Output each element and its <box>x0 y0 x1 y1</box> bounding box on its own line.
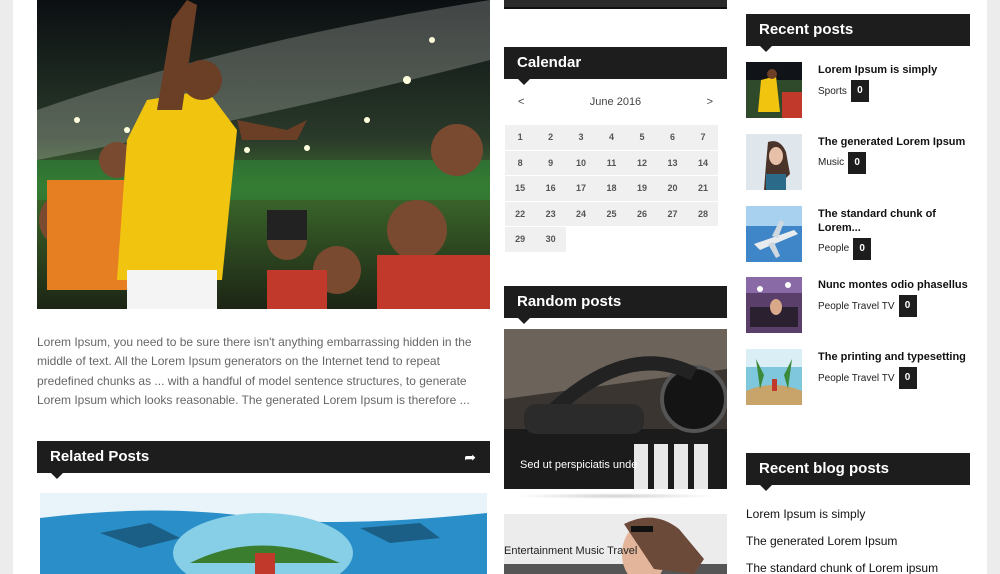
recent-post-item[interactable]: The standard chunk of Lorem... People 0 <box>746 205 976 278</box>
recent-post-thumbnail[interactable] <box>746 133 802 190</box>
recent-blog-posts-list: Lorem Ipsum is simply The generated Lore… <box>746 505 976 574</box>
calendar-day[interactable]: 28 <box>687 201 719 227</box>
recent-post-thumbnail[interactable] <box>746 205 802 262</box>
blog-post-link[interactable]: The generated Lorem Ipsum <box>746 532 976 559</box>
calendar-title: Calendar <box>517 54 582 71</box>
random-post-2-category[interactable]: Entertainment Music Travel <box>504 545 637 557</box>
recent-post-title[interactable]: The printing and typesetting <box>818 350 974 364</box>
calendar-day[interactable]: 5 <box>626 125 658 150</box>
recent-post-category[interactable]: People Travel TV <box>818 373 895 384</box>
recent-post-item[interactable]: Nunc montes odio phasellus People Travel… <box>746 277 976 349</box>
calendar-day[interactable]: 7 <box>687 125 719 150</box>
recent-post-thumbnail[interactable] <box>746 349 802 406</box>
recent-post-meta: Sports 0 <box>818 80 869 102</box>
recent-post-category[interactable]: People <box>818 243 849 254</box>
blog-post-link[interactable]: Lorem Ipsum is simply <box>746 505 976 532</box>
calendar-day[interactable]: 15 <box>505 176 536 201</box>
comment-count-badge: 0 <box>853 237 872 260</box>
mid-post-image-bottom-edge[interactable] <box>504 0 727 9</box>
recent-post-meta: People 0 <box>818 237 872 260</box>
calendar-next-button[interactable]: > <box>707 96 713 108</box>
recent-post-thumbnail[interactable] <box>746 62 802 118</box>
calendar-day[interactable]: 6 <box>657 125 688 150</box>
calendar-day[interactable]: 9 <box>535 150 566 176</box>
calendar-day[interactable]: 17 <box>565 176 597 201</box>
calendar-day[interactable]: 3 <box>565 125 597 150</box>
random-posts-header: Random posts <box>504 286 727 324</box>
page: Lorem Ipsum, you need to be sure there i… <box>13 0 987 574</box>
recent-blog-posts-header: Recent blog posts <box>746 453 970 491</box>
calendar-nav: < June 2016 > <box>504 96 727 114</box>
recent-post-category[interactable]: Sports <box>818 86 847 97</box>
calendar-day[interactable]: 12 <box>626 150 658 176</box>
random-post-image-2[interactable]: Entertainment Music Travel <box>504 514 727 574</box>
calendar-day[interactable]: 13 <box>657 150 688 176</box>
blog-post-link[interactable]: The standard chunk of Lorem ipsum <box>746 559 976 574</box>
recent-posts-list: Lorem Ipsum is simply Sports 0 The gener… <box>746 62 976 421</box>
calendar-day[interactable]: 23 <box>535 201 566 227</box>
comment-count-badge: 0 <box>898 295 917 318</box>
recent-post-category[interactable]: People Travel TV <box>818 301 895 312</box>
calendar-day[interactable]: 1 <box>505 125 536 150</box>
related-post-image[interactable] <box>40 493 487 574</box>
calendar-day[interactable]: 4 <box>596 125 627 150</box>
recent-post-meta: Music 0 <box>818 151 867 174</box>
random-post-title[interactable]: Sed ut perspiciatis unde <box>520 459 637 471</box>
comment-count-badge: 0 <box>848 151 867 174</box>
calendar-day[interactable]: 14 <box>687 150 719 176</box>
recent-posts-header: Recent posts <box>746 14 970 52</box>
calendar-day[interactable]: 27 <box>657 201 688 227</box>
recent-post-item[interactable]: The generated Lorem Ipsum Music 0 <box>746 133 976 206</box>
calendar-day[interactable]: 8 <box>505 150 536 176</box>
calendar-day[interactable]: 26 <box>626 201 658 227</box>
calendar-day[interactable]: 16 <box>535 176 566 201</box>
calendar-day[interactable]: 10 <box>565 150 597 176</box>
calendar-day[interactable]: 11 <box>596 150 627 176</box>
post-excerpt: Lorem Ipsum, you need to be sure there i… <box>37 335 472 407</box>
comment-count-badge: 0 <box>850 80 869 102</box>
recent-post-item[interactable]: The printing and typesetting People Trav… <box>746 349 976 421</box>
calendar-day[interactable]: 25 <box>596 201 627 227</box>
related-posts-title: Related Posts <box>50 448 150 465</box>
calendar-day[interactable]: 20 <box>657 176 688 201</box>
recent-post-meta: People Travel TV 0 <box>818 367 917 390</box>
calendar-day[interactable]: 18 <box>596 176 627 201</box>
comment-count-badge: 0 <box>898 367 917 390</box>
recent-post-meta: People Travel TV 0 <box>818 295 917 318</box>
calendar-day[interactable]: 21 <box>687 176 719 201</box>
calendar-day[interactable]: 24 <box>565 201 597 227</box>
recent-post-title[interactable]: The generated Lorem Ipsum <box>818 135 974 149</box>
recent-post-title[interactable]: Lorem Ipsum is simply <box>818 63 974 77</box>
share-icon[interactable]: ➦ <box>464 441 476 473</box>
random-posts-title: Random posts <box>517 293 622 310</box>
recent-posts-title: Recent posts <box>759 21 854 38</box>
related-posts-header: Related Posts ➦ <box>37 441 490 479</box>
recent-post-title[interactable]: Nunc montes odio phasellus <box>818 278 974 292</box>
calendar-day[interactable]: 22 <box>505 201 536 227</box>
recent-blog-posts-title: Recent blog posts <box>759 460 890 477</box>
recent-post-title[interactable]: The standard chunk of Lorem... <box>818 207 974 235</box>
recent-post-item[interactable]: Lorem Ipsum is simply Sports 0 <box>746 62 976 134</box>
random-post-image[interactable]: Sed ut perspiciatis unde <box>504 329 727 489</box>
calendar-day[interactable]: 2 <box>535 125 566 150</box>
calendar-day[interactable]: 19 <box>626 176 658 201</box>
recent-post-thumbnail[interactable] <box>746 277 802 334</box>
calendar-grid: 1 2 3 4 5 6 7 8 9 10 11 12 13 14 15 16 17 18 19 20 21 22 23 24 2… <box>505 125 727 252</box>
random-post-shadow <box>514 493 717 499</box>
calendar-header: Calendar <box>504 47 727 85</box>
calendar-month: June 2016 <box>589 96 642 108</box>
hero-image[interactable] <box>37 0 490 309</box>
recent-post-category[interactable]: Music <box>818 157 844 168</box>
calendar-day[interactable]: 29 <box>505 227 536 252</box>
calendar-day[interactable]: 30 <box>535 227 566 252</box>
